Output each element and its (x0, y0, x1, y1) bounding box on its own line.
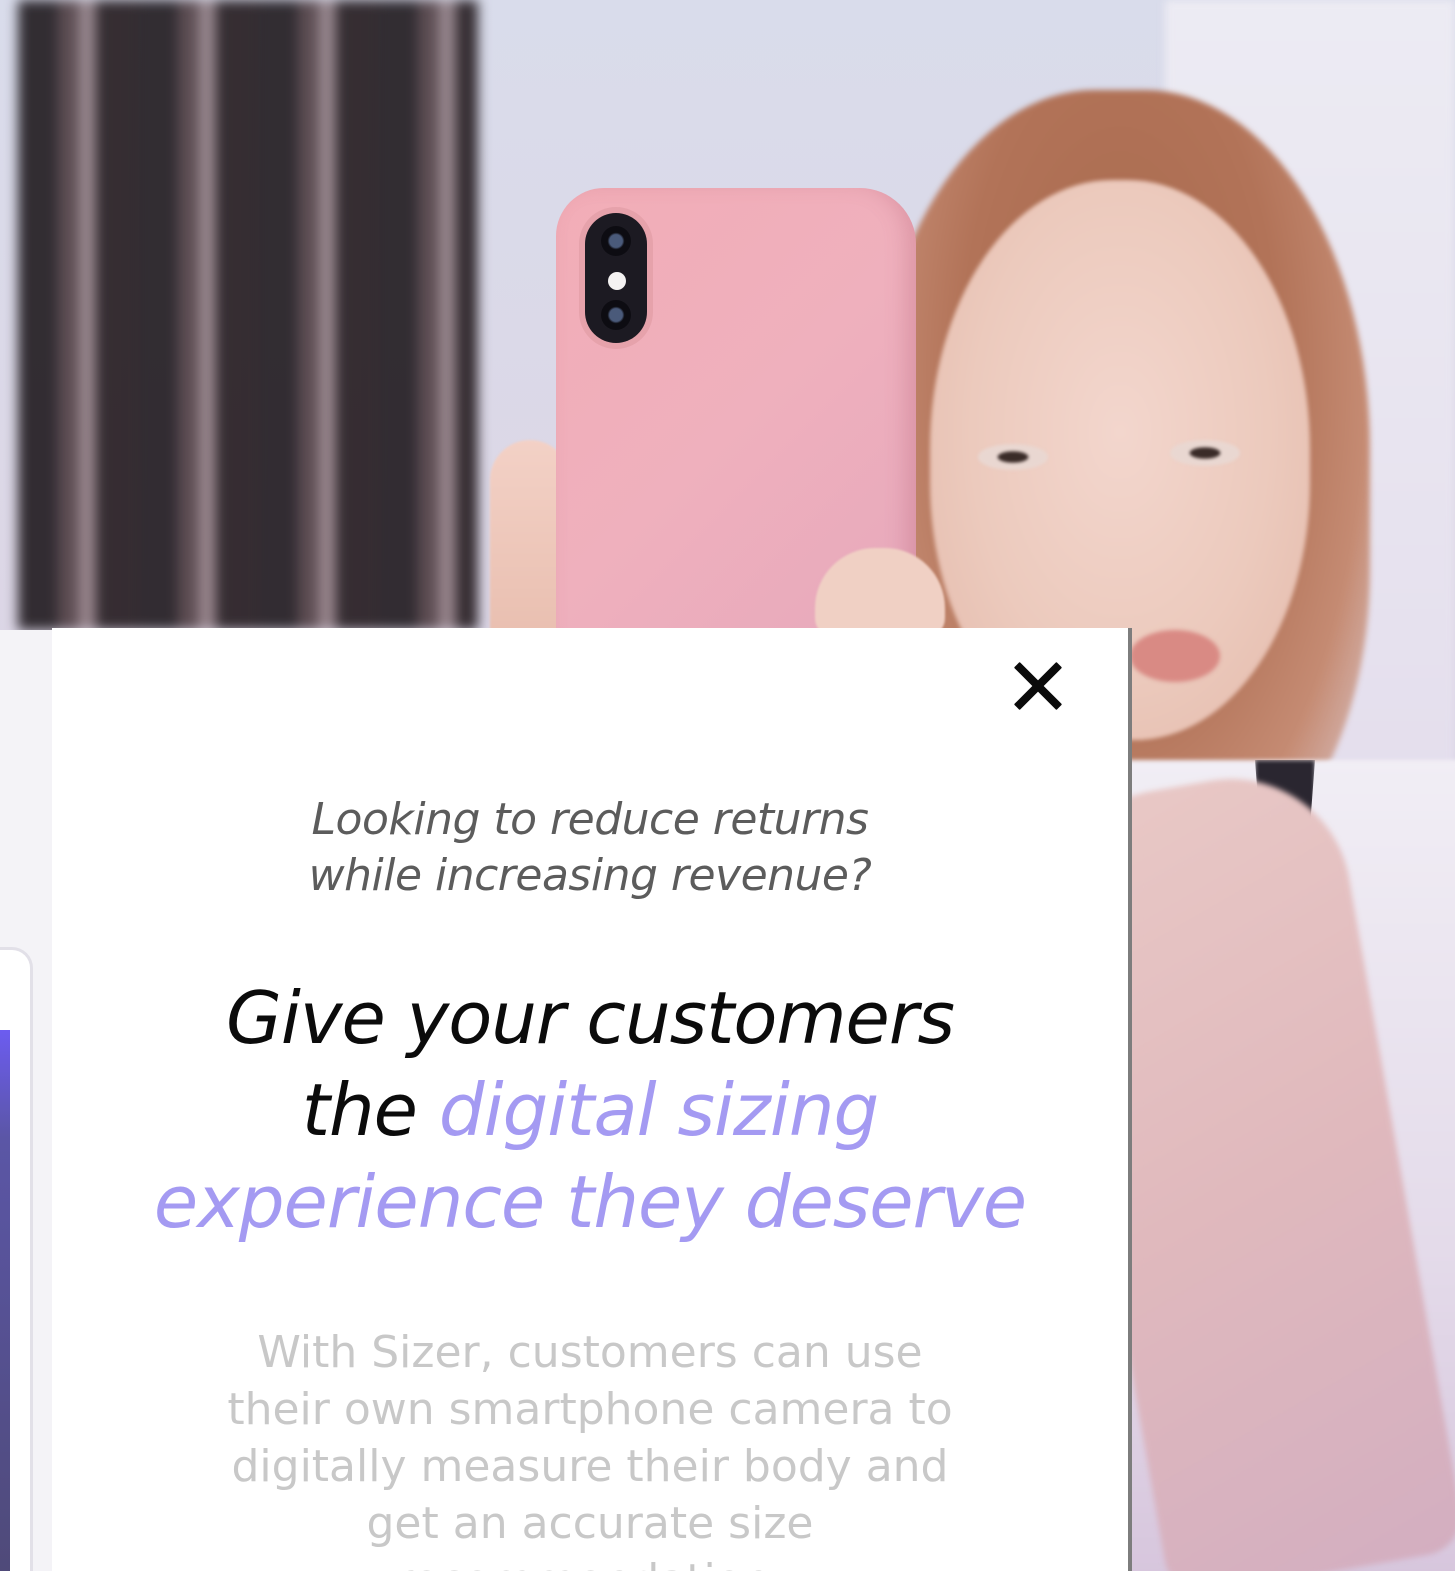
photo-bookshelf (18, 0, 478, 630)
body-line: get an accurate size (366, 1498, 814, 1549)
photo-eye-left (978, 444, 1048, 470)
body-line: With Sizer, customers can use (257, 1327, 923, 1378)
headline-accent-text: experience they deserve (153, 1160, 1027, 1244)
photo-eye-right (1170, 440, 1240, 466)
background-device-peek (0, 630, 52, 1571)
body-line: recommendation. (162, 1552, 1018, 1571)
body-line: digitally measure their body and (231, 1441, 949, 1492)
page: Looking to reduce returns while increasi… (0, 0, 1455, 1571)
headline-text: Give your customers (226, 976, 955, 1060)
body-line: their own smartphone camera to (227, 1384, 953, 1435)
close-icon[interactable] (1010, 658, 1066, 714)
headline-line: Give your customers (72, 972, 1108, 1064)
photo-lips (1130, 630, 1220, 682)
modal-headline: Give your customers the digital sizing e… (72, 972, 1108, 1248)
photo-camera-flash (608, 272, 626, 290)
eyebrow-line: Looking to reduce returns (311, 794, 869, 845)
modal-body-copy: With Sizer, customers can use their own … (162, 1324, 1018, 1571)
promo-modal: Looking to reduce returns while increasi… (52, 628, 1132, 1571)
photo-camera-lens-bottom (601, 300, 631, 330)
headline-line: experience they deserve (72, 1156, 1108, 1248)
headline-accent-text: digital sizing (438, 1068, 879, 1152)
eyebrow-line: while increasing revenue? (308, 850, 872, 901)
background-device-screen (0, 1030, 10, 1571)
headline-line: the digital sizing (72, 1064, 1108, 1156)
modal-eyebrow: Looking to reduce returns while increasi… (52, 792, 1128, 904)
headline-text: the (301, 1068, 418, 1152)
photo-camera-lens-top (601, 226, 631, 256)
